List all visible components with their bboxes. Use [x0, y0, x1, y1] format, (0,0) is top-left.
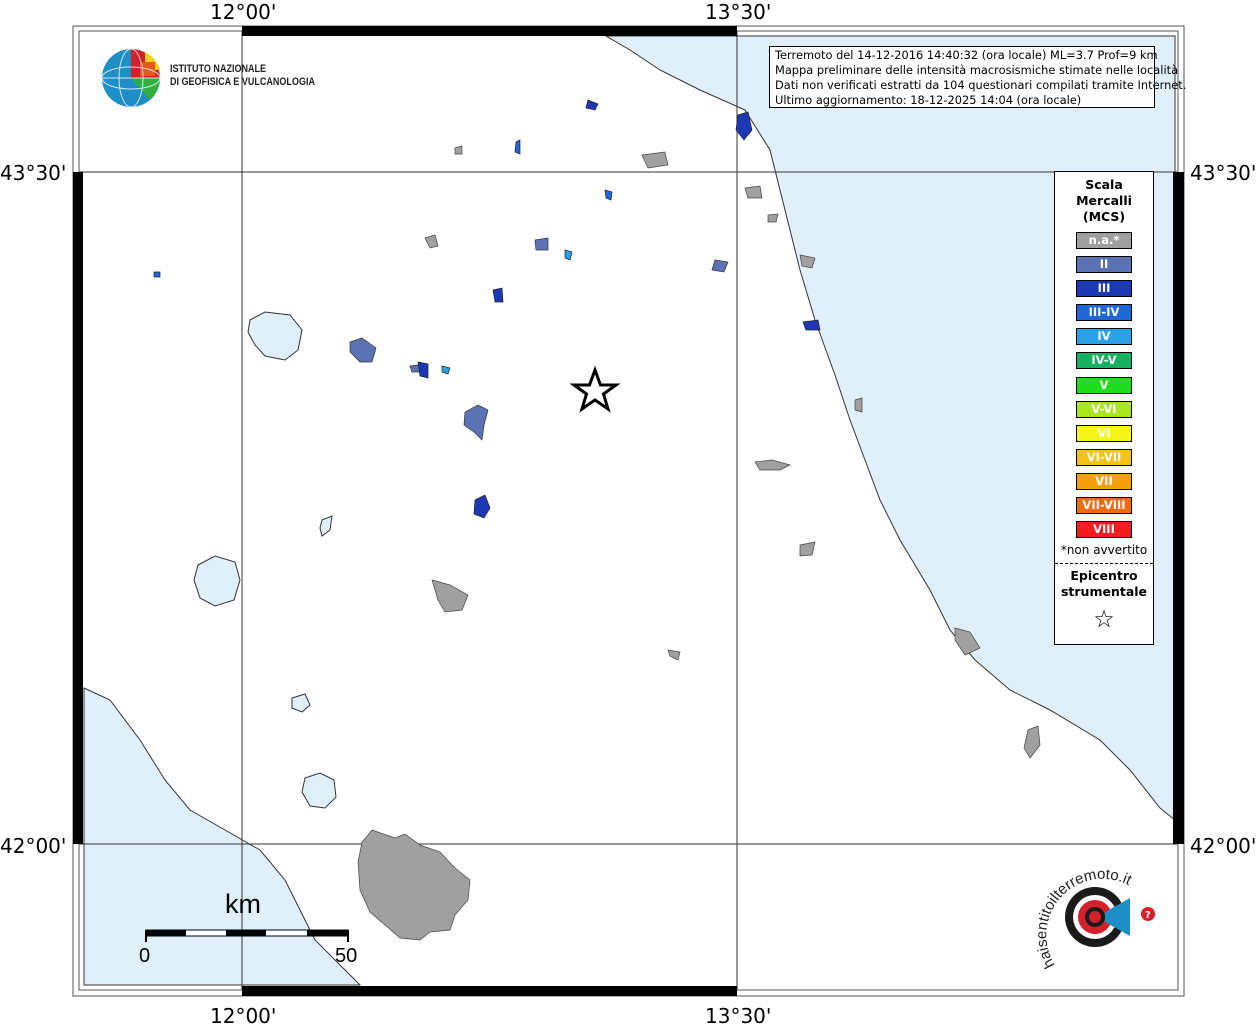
legend-items: n.a.* II III III-IV IV IV-V V V-VI VI VI-VII VII VI…: [1055, 232, 1153, 539]
scale-max: 50: [335, 945, 358, 967]
intensity-legend: Scala Mercalli (MCS) n.a.* II III III-IV IV I…: [1054, 171, 1154, 645]
legend-item-vii: VII: [1076, 472, 1132, 490]
lon-label-bottom-12: 12°00': [210, 1004, 277, 1028]
localities-iii: [417, 99, 821, 519]
lat-label-left-4330: 43°30': [0, 161, 67, 185]
legend-item-iii: III: [1076, 280, 1132, 298]
legend-item-vi-vii: VI-VII: [1076, 448, 1132, 466]
legend-item-na: n.a.*: [1076, 232, 1132, 249]
localities-ii: [349, 237, 729, 441]
epicenter-star: [569, 365, 621, 413]
legend-item-iv: IV: [1076, 328, 1132, 346]
info-line: Terremoto del 14-12-2016 14:40:32 (ora l…: [775, 48, 1158, 62]
legend-note: *non avvertito: [1060, 543, 1148, 558]
haisentito-url: haisentitoilterremoto.it: [1033, 866, 1135, 972]
legend-item-v-vi: V-VI: [1076, 400, 1132, 418]
lake-trasimeno: [247, 311, 303, 361]
legend-item-vi: VI: [1076, 424, 1132, 442]
lake-bolsena: [193, 555, 241, 607]
lon-label-bottom-1330: 13°30': [705, 1004, 772, 1028]
lat-label-right-42: 42°00': [1190, 834, 1256, 858]
svg-text:haisentitoilterremoto.it: haisentitoilterremoto.it: [1033, 866, 1135, 972]
legend-item-viii: VIII: [1076, 521, 1132, 539]
ingv-name: ISTITUTO NAZIONALE DI GEOFISICA E VULCAN…: [170, 63, 315, 88]
legend-item-vii-viii: VII-VIII: [1076, 497, 1132, 515]
lake-small: [319, 515, 333, 537]
legend-epicenter-label: Epicentro strumentale: [1060, 568, 1148, 600]
legend-item-iii-iv: III-IV: [1076, 304, 1132, 322]
lon-label-top-12: 12°00': [210, 0, 277, 24]
legend-item-ii: II: [1076, 256, 1132, 274]
legend-item-iv-v: IV-V: [1076, 352, 1132, 370]
event-info-box: Terremoto del 14-12-2016 14:40:32 (ora l…: [769, 46, 1187, 108]
lat-label-right-4330: 43°30': [1190, 161, 1256, 185]
info-line: Dati non verificati estratti da 104 ques…: [775, 78, 1187, 92]
lake-bracciano: [301, 772, 337, 809]
legend-divider: [1055, 563, 1153, 565]
info-line: Mappa preliminare delle intensità macros…: [775, 63, 1179, 77]
legend-item-v: V: [1076, 376, 1132, 394]
scale-min: 0: [139, 945, 151, 967]
lon-label-top-1330: 13°30': [705, 0, 772, 24]
legend-title: Scala Mercalli (MCS): [1076, 177, 1132, 224]
ingv-logo-icon: [101, 48, 161, 108]
localities-iii-iv: [153, 139, 613, 278]
legend-star-icon: ☆: [1093, 605, 1115, 634]
lake-vico: [291, 693, 311, 713]
localities-iv: [441, 249, 573, 375]
lat-label-left-42: 42°00': [0, 834, 67, 858]
info-line: Ultimo aggiornamento: 18-12-2025 14:04 (…: [775, 93, 1082, 107]
scale-unit: km: [225, 889, 261, 919]
haisentito-text: haisentitoilterremoto.it: [1033, 866, 1135, 972]
sea-tyrrhenian: [83, 687, 362, 986]
